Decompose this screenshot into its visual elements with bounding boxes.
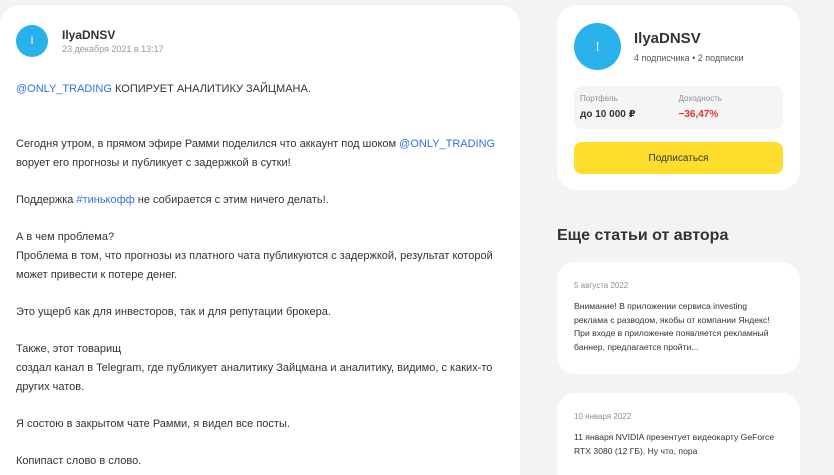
portfolio-stat: Портфель до 10 000 ₽ bbox=[580, 93, 679, 122]
post-paragraph: Поддержка #тинькофф не собирается с этим… bbox=[16, 191, 504, 210]
post-author-row: I IlyaDNSV 23 декабря 2021 в 13:17 bbox=[16, 25, 520, 57]
post-text: Копипаст слово в слово. bbox=[16, 455, 142, 467]
post-body: @ONLY_TRADING КОПИРУЕТ АНАЛИТИКУ ЗАЙЦМАН… bbox=[16, 80, 520, 471]
mention-link[interactable]: @ONLY_TRADING bbox=[399, 138, 495, 150]
article-card[interactable]: 5 августа 2022 Внимание! В приложении се… bbox=[557, 262, 800, 374]
page: I IlyaDNSV 23 декабря 2021 в 13:17 @ONLY… bbox=[0, 0, 834, 475]
post-paragraph: Сегодня утром, в прямом эфире Рамми поде… bbox=[16, 135, 504, 173]
more-articles-title: Еще статьи от автора bbox=[557, 227, 729, 244]
post-text: ворует его прогнозы и публикует с задерж… bbox=[16, 157, 291, 169]
post-text: Это ущерб как для инвесторов, так и для … bbox=[16, 306, 331, 318]
post-paragraph: А в чем проблема? Проблема в том, что про… bbox=[16, 228, 504, 285]
profile-avatar[interactable]: I bbox=[574, 23, 621, 70]
post-paragraph: Также, этот товарищ создал канал в Telegr… bbox=[16, 340, 504, 397]
article-excerpt: 11 января NVIDIA презентует видеокарту G… bbox=[574, 432, 775, 456]
portfolio-label: Портфель bbox=[580, 94, 618, 103]
yield-value: −36,47% bbox=[678, 109, 719, 120]
post-text: Поддержка bbox=[16, 194, 77, 206]
author-avatar[interactable]: I bbox=[16, 25, 48, 57]
mention-link[interactable]: @ONLY_TRADING bbox=[16, 83, 112, 95]
yield-label: Доходность bbox=[678, 94, 722, 103]
post-text: Сегодня утром, в прямом эфире Рамми поде… bbox=[16, 138, 400, 150]
post-paragraph: Это ущерб как для инвесторов, так и для … bbox=[16, 303, 504, 322]
post-card: I IlyaDNSV 23 декабря 2021 в 13:17 @ONLY… bbox=[0, 5, 520, 475]
post-text: Проблема в том, что прогнозы из платного… bbox=[16, 250, 493, 281]
profile-name[interactable]: IlyaDNSV bbox=[634, 30, 744, 48]
article-date: 5 августа 2022 bbox=[574, 281, 629, 290]
portfolio-value: до 10 000 ₽ bbox=[580, 109, 636, 120]
yield-stat: Доходность −36,47% bbox=[679, 93, 778, 122]
post-text: КОПИРУЕТ АНАЛИТИКУ ЗАЙЦМАНА. bbox=[111, 83, 311, 95]
article-excerpt: Внимание! В приложении сервиса investing… bbox=[574, 301, 770, 352]
post-paragraph: @ONLY_TRADING КОПИРУЕТ АНАЛИТИКУ ЗАЙЦМАН… bbox=[16, 80, 504, 99]
post-text: Также, этот товарищ bbox=[16, 343, 122, 355]
article-card[interactable]: 10 января 2022 11 января NVIDIA презенту… bbox=[557, 393, 800, 475]
profile-meta: IlyaDNSV 4 подписчика • 2 подписки bbox=[634, 30, 744, 63]
article-date: 10 января 2022 bbox=[574, 412, 632, 421]
post-paragraph: Копипаст слово в слово. bbox=[16, 452, 504, 471]
hashtag-link[interactable]: #тинькофф bbox=[76, 194, 134, 206]
post-text: А в чем проблема? bbox=[16, 231, 115, 243]
author-meta: IlyaDNSV 23 декабря 2021 в 13:17 bbox=[62, 28, 164, 55]
profile-header: I IlyaDNSV 4 подписчика • 2 подписки bbox=[574, 23, 783, 70]
post-text: Я состою в закрытом чате Рамми, я видел … bbox=[16, 418, 290, 430]
profile-subscribers[interactable]: 4 подписчика • 2 подписки bbox=[634, 53, 744, 63]
post-text: создал канал в Telegram, где публикует а… bbox=[16, 362, 493, 393]
post-text: не собирается с этим ничего делать!. bbox=[134, 194, 329, 206]
post-paragraph: Я состою в закрытом чате Рамми, я видел … bbox=[16, 415, 504, 434]
subscribe-button[interactable]: Подписаться bbox=[574, 142, 783, 174]
profile-stats: Портфель до 10 000 ₽ Доходность −36,47% bbox=[574, 86, 783, 129]
post-date: 23 декабря 2021 в 13:17 bbox=[62, 43, 164, 54]
author-name[interactable]: IlyaDNSV bbox=[62, 28, 164, 42]
profile-card: I IlyaDNSV 4 подписчика • 2 подписки Пор… bbox=[557, 5, 800, 190]
